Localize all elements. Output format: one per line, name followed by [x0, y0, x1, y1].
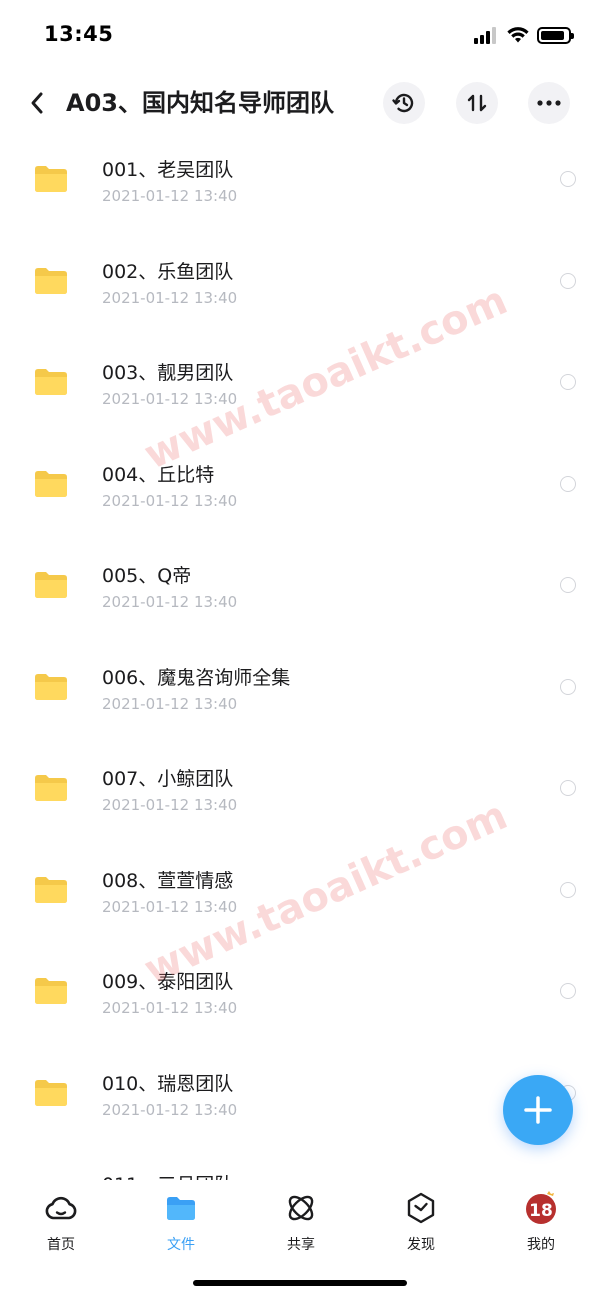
file-name: 002、乐鱼团队 — [102, 260, 234, 283]
file-date: 2021-01-12 13:40 — [102, 187, 238, 205]
tab-home[interactable]: 首页 — [21, 1188, 101, 1253]
file-list-item[interactable]: 006、魔鬼咨询师全集 2021-01-12 13:40 — [0, 645, 600, 747]
status-bar: 13:45 — [0, 0, 600, 72]
file-date: 2021-01-12 13:40 — [102, 390, 238, 408]
folder-icon — [35, 775, 67, 801]
file-name: 010、瑞恩团队 — [102, 1072, 234, 1095]
tab-me[interactable]: 18 我的 — [501, 1188, 581, 1253]
file-list: 001、老吴团队 2021-01-12 13:40 002、乐鱼团队 2021-01-… — [0, 137, 600, 1180]
file-list-item[interactable]: 005、Q帝 2021-01-12 13:40 — [0, 543, 600, 645]
more-button[interactable] — [528, 82, 570, 124]
wifi-icon — [507, 27, 529, 43]
select-radio[interactable] — [560, 272, 576, 289]
avatar-badge: 18 — [529, 1201, 553, 1221]
file-date: 2021-01-12 13:40 — [102, 491, 238, 510]
file-name: 008、萱萱情感 — [102, 869, 234, 892]
select-radio[interactable] — [560, 475, 576, 492]
file-name: 005、Q帝 — [102, 565, 192, 587]
cloud-icon — [43, 1190, 79, 1226]
select-radio[interactable] — [560, 171, 576, 187]
folder-icon — [35, 267, 67, 294]
file-date: 2021-01-12 13:40 — [102, 593, 238, 611]
tab-label: 共享 — [287, 1237, 315, 1253]
page-title: A03、国内知名导师团队 — [66, 89, 334, 117]
history-button[interactable] — [383, 82, 425, 124]
file-list-item[interactable]: 001、老吴团队 2021-01-12 13:40 — [0, 137, 600, 239]
folder-icon — [35, 978, 67, 1004]
file-list-item[interactable]: 011、三月团队 — [0, 1152, 600, 1180]
history-icon — [392, 93, 414, 113]
compass-icon — [403, 1190, 439, 1226]
file-list-item[interactable]: 004、丘比特 2021-01-12 13:40 — [0, 442, 600, 544]
select-radio[interactable] — [560, 374, 576, 390]
folder-icon — [35, 470, 67, 497]
select-radio[interactable] — [560, 780, 576, 796]
folder-icon — [35, 572, 67, 598]
tab-share[interactable]: 共享 — [261, 1188, 341, 1253]
home-indicator — [193, 1280, 407, 1286]
tab-label: 文件 — [167, 1237, 195, 1253]
file-date: 2021-01-12 13:40 — [102, 897, 238, 916]
avatar-icon: 18 — [523, 1190, 559, 1226]
folder-icon — [35, 166, 67, 192]
select-radio[interactable] — [560, 577, 576, 593]
file-name: 004、丘比特 — [102, 463, 215, 486]
file-date: 2021-01-12 13:40 — [102, 1100, 238, 1119]
file-date: 2021-01-12 13:40 — [102, 694, 238, 713]
folder-icon — [163, 1190, 199, 1226]
signal-icon — [474, 27, 496, 44]
tab-label: 首页 — [47, 1237, 75, 1253]
chevron-left-icon — [31, 92, 43, 114]
file-name: 011、三月团队 — [102, 1170, 233, 1180]
select-radio[interactable] — [560, 678, 576, 695]
plus-icon — [524, 1096, 552, 1124]
select-radio[interactable] — [560, 881, 576, 898]
file-name: 007、小鲸团队 — [102, 768, 234, 790]
file-date: 2021-01-12 13:40 — [102, 288, 238, 307]
file-name: 003、靓男团队 — [102, 362, 234, 384]
folder-icon — [35, 369, 67, 395]
file-list-item[interactable]: 007、小鲸团队 2021-01-12 13:40 — [0, 746, 600, 848]
sort-icon — [467, 94, 487, 112]
header: A03、国内知名导师团队 — [0, 72, 600, 134]
back-button[interactable] — [22, 86, 52, 120]
folder-icon — [35, 1079, 67, 1106]
tab-label: 发现 — [407, 1237, 435, 1253]
file-list-item[interactable]: 008、萱萱情感 2021-01-12 13:40 — [0, 848, 600, 950]
select-radio[interactable] — [560, 983, 576, 999]
file-name: 001、老吴团队 — [102, 159, 234, 181]
sort-button[interactable] — [456, 82, 498, 124]
tab-label: 我的 — [527, 1237, 555, 1253]
folder-icon — [35, 876, 67, 903]
tab-discover[interactable]: 发现 — [381, 1188, 461, 1253]
tab-files[interactable]: 文件 — [141, 1188, 221, 1253]
file-list-item[interactable]: 003、靓男团队 2021-01-12 13:40 — [0, 340, 600, 442]
file-list-item[interactable]: 009、泰阳团队 2021-01-12 13:40 — [0, 949, 600, 1051]
file-name: 009、泰阳团队 — [102, 971, 234, 993]
file-list-item[interactable]: 002、乐鱼团队 2021-01-12 13:40 — [0, 239, 600, 341]
atom-icon — [283, 1190, 319, 1226]
file-date: 2021-01-12 13:40 — [102, 999, 238, 1017]
add-button[interactable] — [503, 1075, 573, 1145]
status-time: 13:45 — [44, 22, 114, 46]
battery-icon — [537, 27, 574, 44]
folder-icon — [35, 673, 67, 700]
more-icon — [537, 100, 561, 106]
file-date: 2021-01-12 13:40 — [102, 796, 238, 814]
file-name: 006、魔鬼咨询师全集 — [102, 666, 291, 689]
